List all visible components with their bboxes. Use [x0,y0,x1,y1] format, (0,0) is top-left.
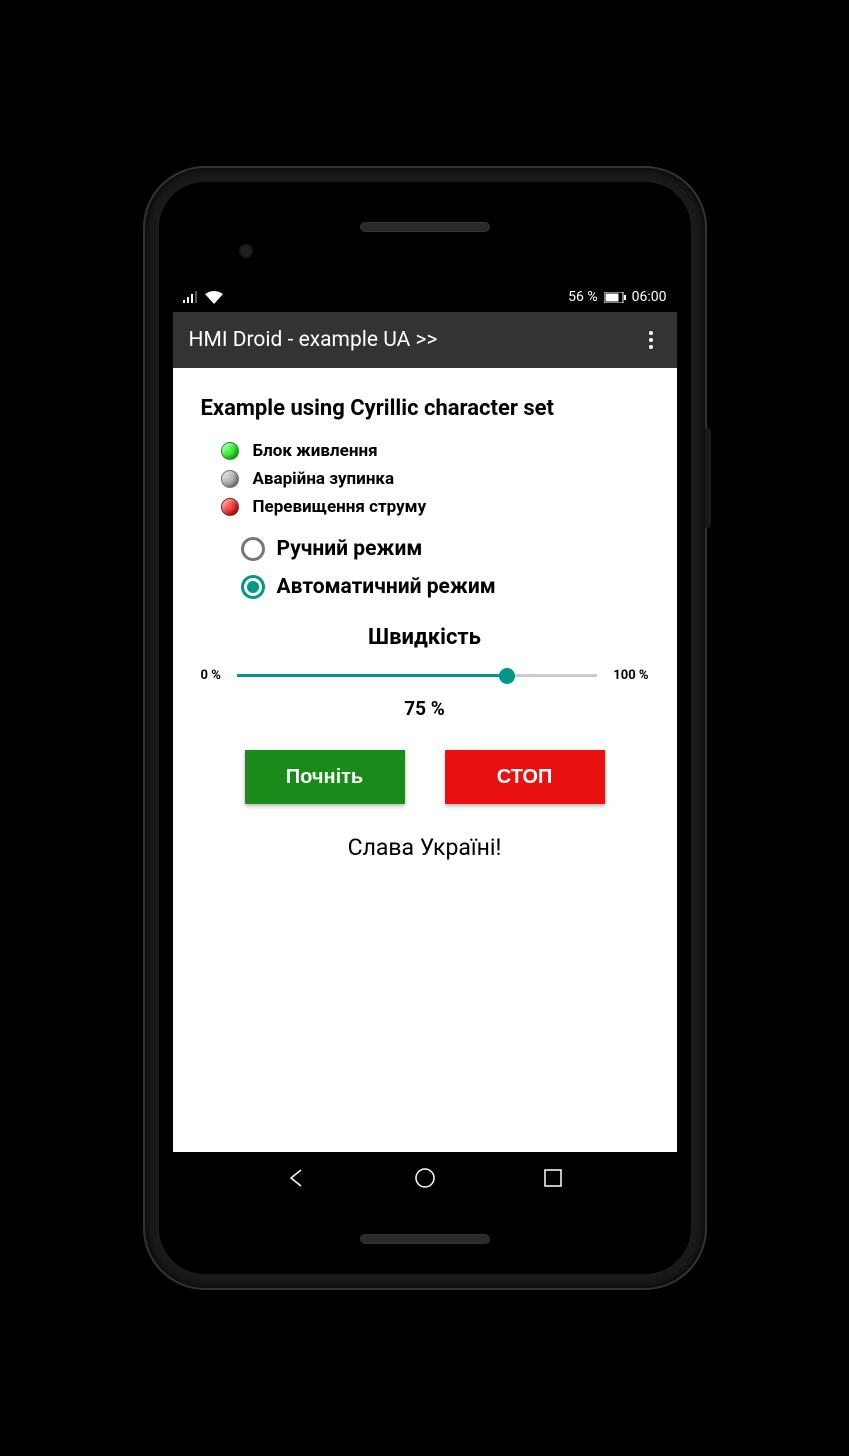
phone-camera [239,244,253,258]
wifi-icon [205,291,223,304]
page-heading: Example using Cyrillic character set [201,392,649,425]
radio-label: Ручний режим [277,537,423,561]
indicator-overcurrent: Перевищення струму [221,497,649,517]
clock: 06:00 [632,289,667,305]
indicator-label: Блок живлення [253,441,378,461]
radio-manual[interactable]: Ручний режим [241,537,649,561]
led-red-icon [221,498,239,516]
status-bar: 56 % 06:00 [173,282,677,312]
nav-bar [173,1152,677,1204]
content-area: Example using Cyrillic character set Бло… [173,368,677,1152]
status-right: 56 % 06:00 [568,289,666,305]
nav-home-icon[interactable] [412,1165,438,1191]
slider-thumb[interactable] [499,668,515,684]
action-buttons: Почніть СТОП [201,750,649,804]
stop-button[interactable]: СТОП [445,750,605,804]
phone-speaker-top [360,222,490,232]
indicator-list: Блок живлення Аварійна зупинка Перевищен… [221,441,649,517]
led-green-icon [221,442,239,460]
phone-speaker-bottom [360,1234,490,1244]
speed-section: Швидкість 0 % 100 % 75 % [201,625,649,720]
slider-max-label: 100 % [613,668,648,683]
overflow-menu-icon[interactable] [641,323,661,357]
speed-title: Швидкість [201,625,649,650]
battery-percent: 56 % [568,289,597,305]
indicator-label: Перевищення струму [253,497,427,517]
radio-icon [241,537,265,561]
phone-inner: 56 % 06:00 HMI Droid - example UA >> Exa… [159,182,691,1274]
radio-label: Автоматичний режим [277,575,496,599]
radio-icon [241,575,265,599]
status-left [183,291,223,304]
start-button[interactable]: Почніть [245,750,405,804]
nav-back-icon[interactable] [284,1165,310,1191]
radio-auto[interactable]: Автоматичний режим [241,575,649,599]
nav-recent-icon[interactable] [540,1165,566,1191]
slider-row: 0 % 100 % [201,668,649,683]
screen: 56 % 06:00 HMI Droid - example UA >> Exa… [173,282,677,1204]
phone-frame: 56 % 06:00 HMI Droid - example UA >> Exa… [145,168,705,1288]
indicator-label: Аварійна зупинка [253,469,395,489]
mode-radio-group: Ручний режим Автоматичний режим [241,537,649,599]
speed-value: 75 % [201,697,649,720]
speed-slider[interactable] [237,674,597,677]
app-bar: HMI Droid - example UA >> [173,312,677,368]
slider-min-label: 0 % [201,668,221,683]
indicator-estop: Аварійна зупинка [221,469,649,489]
app-bar-title: HMI Droid - example UA >> [189,328,641,352]
led-gray-icon [221,470,239,488]
signal-icon [183,291,199,303]
indicator-power: Блок живлення [221,441,649,461]
footer-text: Слава Україні! [201,834,649,861]
battery-icon [604,292,626,303]
phone-side-button [705,428,711,528]
